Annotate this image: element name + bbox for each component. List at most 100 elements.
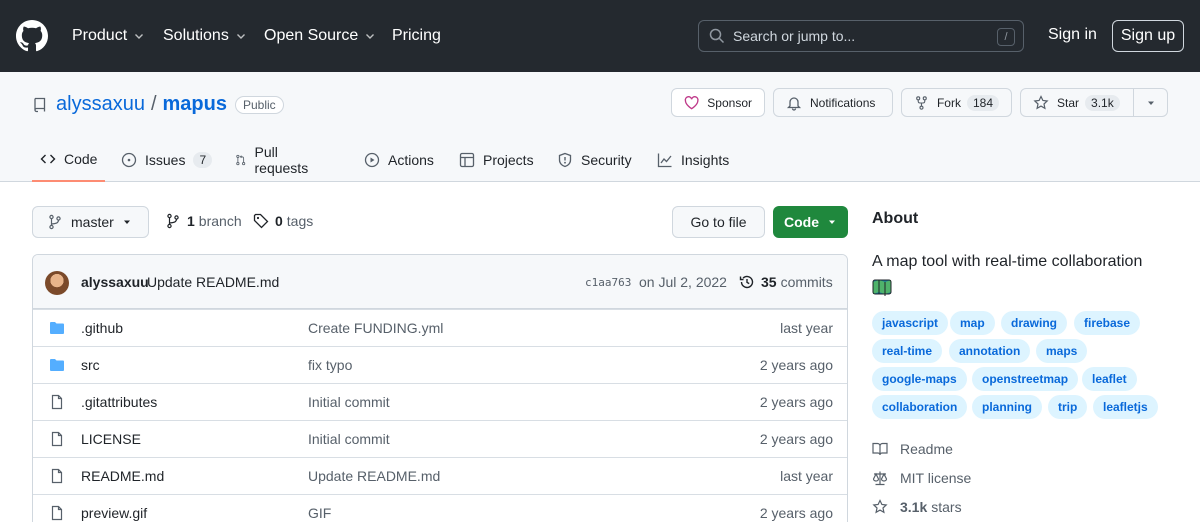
star-button[interactable]: Star 3.1k xyxy=(1020,88,1134,117)
table-row[interactable]: .github Create FUNDING.yml last year xyxy=(33,309,847,346)
star-dropdown-button[interactable] xyxy=(1133,88,1168,117)
topic-tag[interactable]: collaboration xyxy=(872,395,968,419)
topic-tag[interactable]: openstreetmap xyxy=(972,367,1079,391)
file-commit-message[interactable]: fix typo xyxy=(308,357,352,373)
file-name-link[interactable]: .gitattributes xyxy=(81,394,157,410)
license-link[interactable]: MIT license xyxy=(872,470,971,486)
tab-security[interactable]: Security xyxy=(557,138,632,182)
topic-tag[interactable]: drawing xyxy=(1001,311,1068,335)
commit-author-link[interactable]: alyssaxuu xyxy=(81,274,149,290)
branch-label: branch xyxy=(198,213,242,229)
nav-solutions[interactable]: Solutions xyxy=(163,24,247,48)
fork-button[interactable]: Fork 184 xyxy=(901,88,1012,117)
topic-tag[interactable]: planning xyxy=(972,395,1042,419)
search-shortcut-key: / xyxy=(997,28,1015,46)
nav-open-source[interactable]: Open Source xyxy=(264,24,376,48)
tab-code[interactable]: Code xyxy=(32,138,106,182)
star-count: 3.1k xyxy=(1085,94,1120,111)
chevron-down-icon xyxy=(135,34,144,39)
table-row[interactable]: LICENSE Initial commit 2 years ago xyxy=(33,420,847,457)
notifications-button[interactable]: Notifications xyxy=(773,88,893,117)
go-to-file-button[interactable]: Go to file xyxy=(672,206,765,238)
tab-insights[interactable]: Insights xyxy=(657,138,729,182)
file-name-link[interactable]: .github xyxy=(81,320,123,336)
table-row[interactable]: .gitattributes Initial commit 2 years ag… xyxy=(33,383,847,420)
table-row[interactable]: preview.gif GIF 2 years ago xyxy=(33,494,847,522)
avatar[interactable] xyxy=(45,271,69,295)
file-icon xyxy=(51,468,63,484)
file-browser: alyssaxuu Update README.md c1aa763 on Ju… xyxy=(32,254,848,522)
nav-product[interactable]: Product xyxy=(72,24,145,48)
tab-label: Pull requests xyxy=(254,144,309,176)
tab-issues[interactable]: Issues 7 xyxy=(121,138,213,182)
repo-icon xyxy=(34,97,46,112)
file-commit-message[interactable]: Update README.md xyxy=(308,468,440,484)
branch-select-button[interactable]: master xyxy=(32,206,149,238)
github-logo-icon[interactable] xyxy=(16,20,48,52)
topic-tag[interactable]: maps xyxy=(1036,339,1088,363)
topic-tag[interactable]: trip xyxy=(1048,395,1088,419)
tags-link[interactable]: 0 tags xyxy=(253,213,313,229)
topic-tag[interactable]: leaflet xyxy=(1082,367,1137,391)
topic-tag[interactable]: leafletjs xyxy=(1093,395,1158,419)
table-row[interactable]: README.md Update README.md last year xyxy=(33,457,847,494)
shield-icon xyxy=(558,152,572,168)
tab-actions[interactable]: Actions xyxy=(364,138,434,182)
table-row[interactable]: src fix typo 2 years ago xyxy=(33,346,847,383)
heart-icon xyxy=(684,95,699,110)
commit-date: on Jul 2, 2022 xyxy=(639,274,727,290)
repo-name-link[interactable]: mapus xyxy=(163,93,227,116)
file-commit-message[interactable]: Create FUNDING.yml xyxy=(308,320,443,336)
topic-tag[interactable]: google-maps xyxy=(872,367,967,391)
branches-link[interactable]: 1 branch xyxy=(165,213,242,229)
stargazers-link[interactable]: 3.1k stars xyxy=(872,499,962,515)
nav-pricing[interactable]: Pricing xyxy=(392,24,441,48)
file-icon xyxy=(51,505,63,521)
tag-count: 0 xyxy=(275,213,283,229)
book-icon xyxy=(872,442,888,456)
commit-count: 35 xyxy=(761,274,777,290)
issues-count: 7 xyxy=(193,152,213,168)
fork-label: Fork xyxy=(936,95,961,110)
topic-tag[interactable]: javascript xyxy=(872,311,949,335)
nav-label: Solutions xyxy=(163,27,229,44)
commit-count-label: commits xyxy=(780,274,833,290)
pull-request-icon xyxy=(236,154,246,166)
search-input[interactable]: Search or jump to... / xyxy=(698,20,1024,52)
topic-tag[interactable]: map xyxy=(950,311,995,335)
repo-owner-link[interactable]: alyssaxuu xyxy=(56,93,145,116)
notifications-label: Notifications xyxy=(810,95,876,110)
tab-label: Insights xyxy=(681,152,730,168)
branch-name: master xyxy=(71,214,114,230)
file-name-link[interactable]: src xyxy=(81,357,100,373)
sign-up-button[interactable]: Sign up xyxy=(1112,20,1184,52)
repo-separator: / xyxy=(150,93,157,115)
topic-tag[interactable]: annotation xyxy=(949,339,1031,363)
commit-sha-link[interactable]: c1aa763 xyxy=(585,276,631,289)
code-dropdown-button[interactable]: Code xyxy=(773,206,848,238)
sign-in-link[interactable]: Sign in xyxy=(1048,26,1097,44)
readme-link[interactable]: Readme xyxy=(872,441,953,457)
topic-tag[interactable]: firebase xyxy=(1074,311,1141,335)
chevron-down-icon xyxy=(236,34,245,39)
file-commit-age: last year xyxy=(780,468,833,484)
file-name-link[interactable]: README.md xyxy=(81,468,164,484)
tab-projects[interactable]: Projects xyxy=(459,138,534,182)
nav-label: Pricing xyxy=(392,27,441,44)
tab-label: Projects xyxy=(483,152,534,168)
commit-message-link[interactable]: Update README.md xyxy=(147,274,279,290)
topic-tag[interactable]: real-time xyxy=(872,339,943,363)
file-commit-message[interactable]: GIF xyxy=(308,505,331,521)
file-icon xyxy=(51,394,63,410)
file-commit-message[interactable]: Initial commit xyxy=(308,431,390,447)
file-name-link[interactable]: LICENSE xyxy=(81,431,141,447)
sponsor-button[interactable]: Sponsor xyxy=(671,88,765,117)
file-name-link[interactable]: preview.gif xyxy=(81,505,147,521)
law-icon xyxy=(872,471,888,486)
folder-icon xyxy=(50,359,64,371)
tab-label: Actions xyxy=(388,152,434,168)
commits-link[interactable]: 35 commits xyxy=(739,274,833,290)
triangle-down-icon xyxy=(1147,101,1154,105)
tab-pull-requests[interactable]: Pull requests xyxy=(235,138,313,182)
file-commit-message[interactable]: Initial commit xyxy=(308,394,390,410)
